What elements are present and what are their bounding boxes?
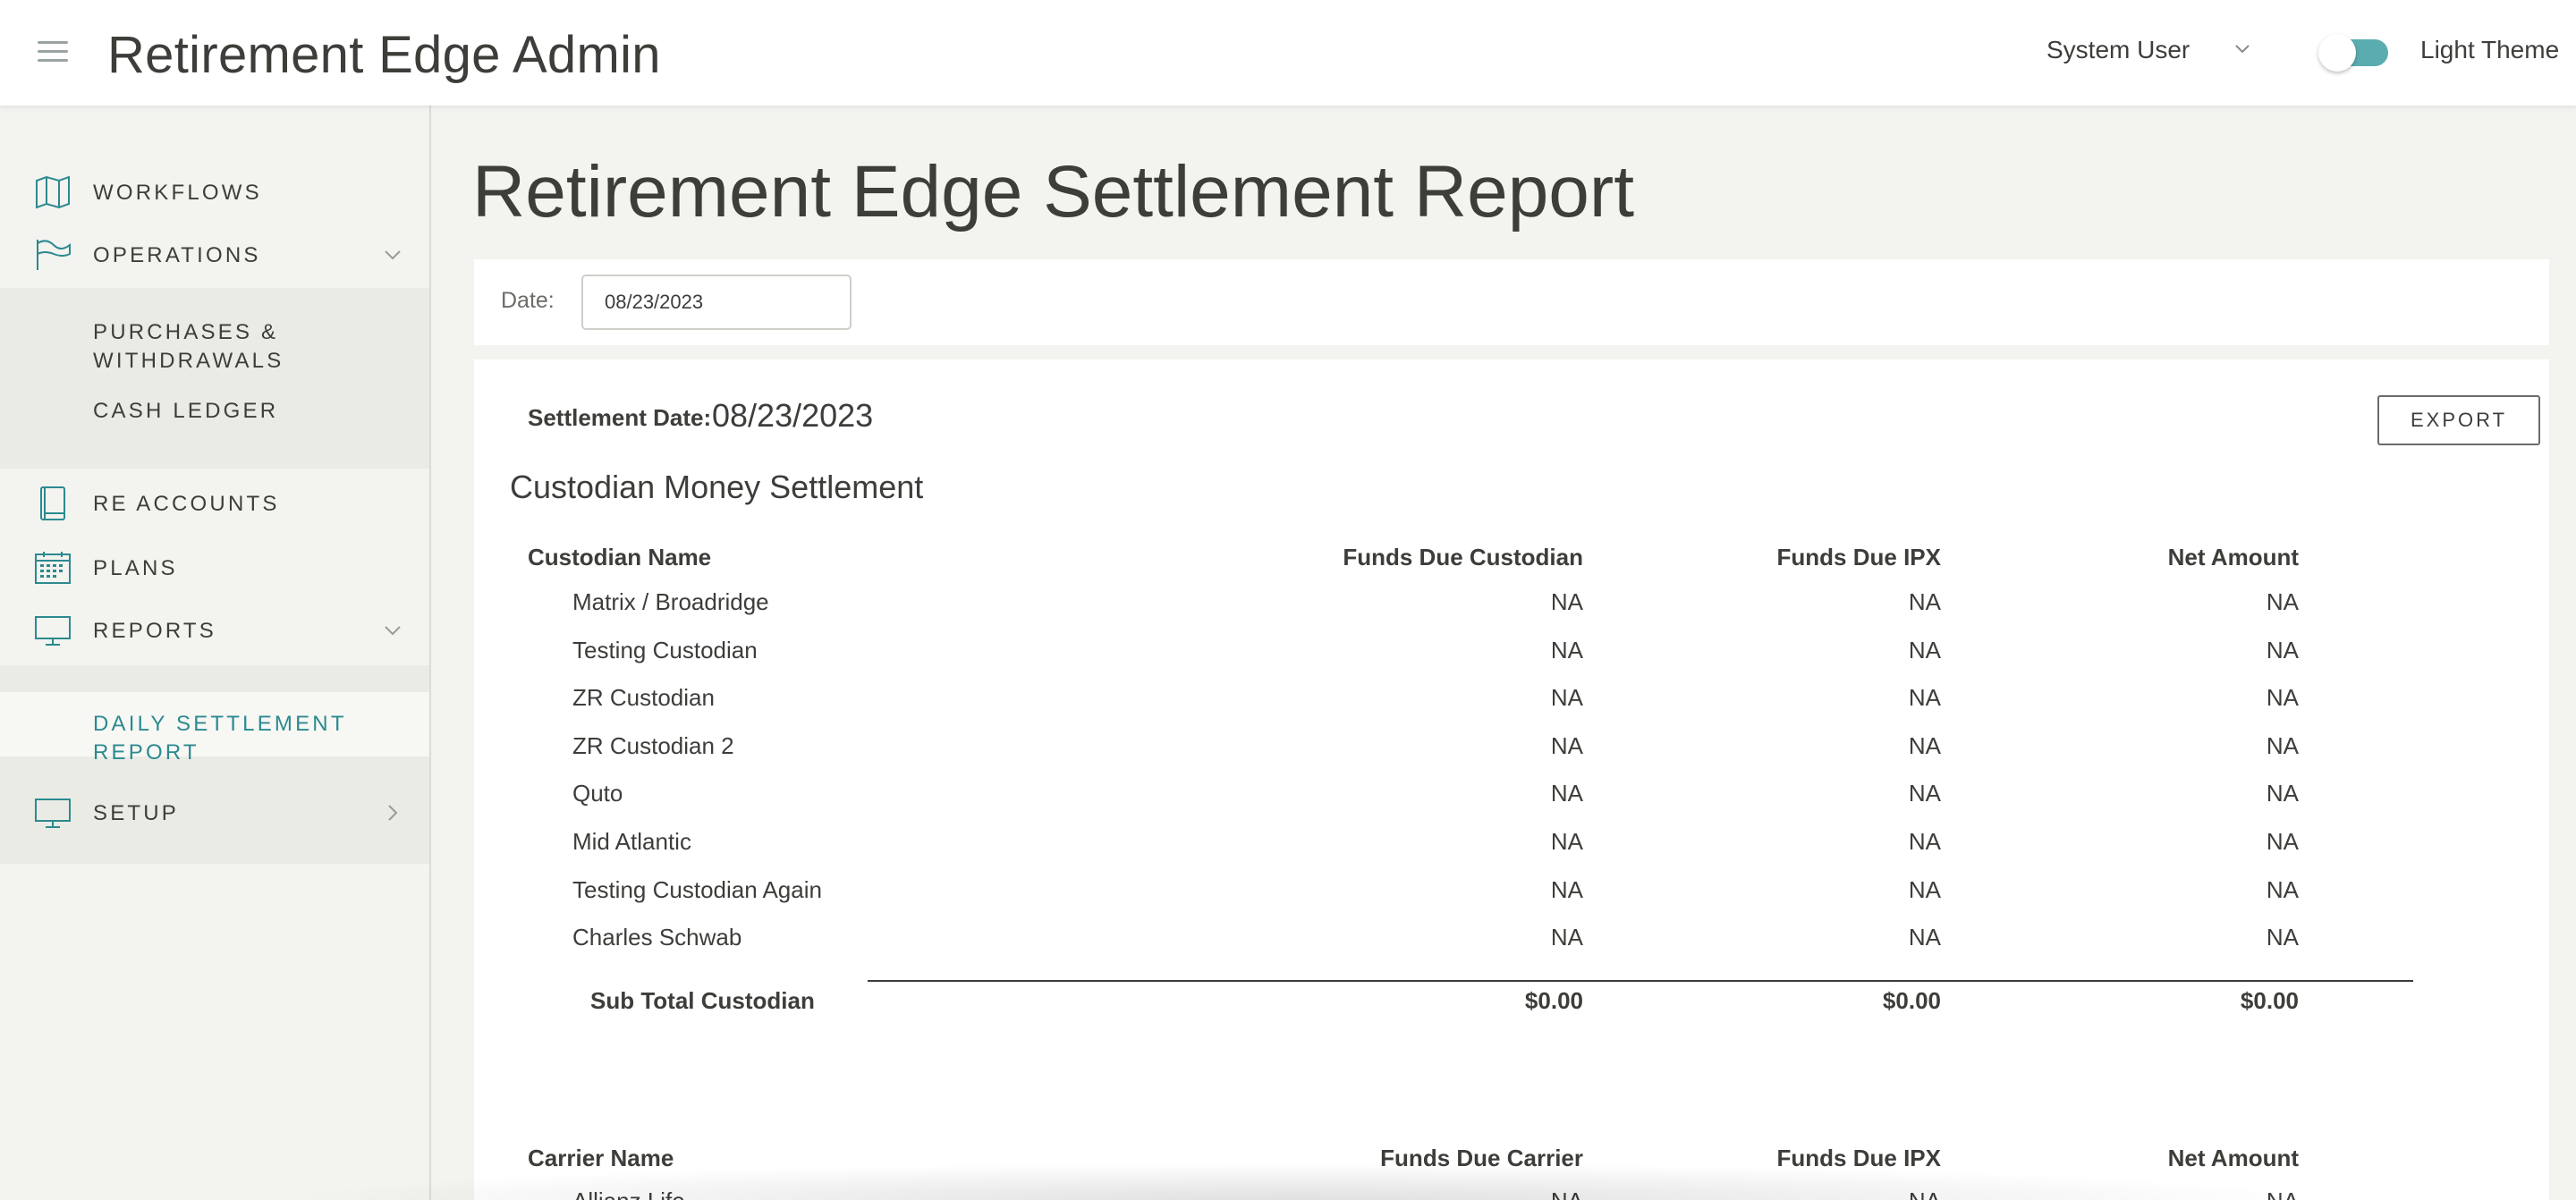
- table-cell: NA: [1908, 828, 1941, 855]
- column-header: Custodian Name: [528, 544, 712, 570]
- date-input[interactable]: [581, 275, 852, 330]
- page-title: Retirement Edge Settlement Report: [472, 151, 1634, 232]
- sidebar-item-label: OPERATIONS: [93, 243, 261, 267]
- table-cell: NA: [1550, 731, 1583, 759]
- custodian-section-title: Custodian Money Settlement: [510, 469, 924, 505]
- column-header: Funds Due IPX: [1776, 544, 1941, 570]
- row-name-cell: ZR Custodian: [572, 684, 715, 712]
- sidebar-item-label: REPORTS: [93, 619, 216, 643]
- table-cell: NA: [1550, 780, 1583, 807]
- table-cell: NA: [2266, 636, 2299, 663]
- table-cell: NA: [1941, 1187, 2299, 1200]
- monitor-icon: [35, 799, 71, 828]
- table-cell: NA: [2266, 924, 2299, 951]
- table-cell: NA: [1908, 875, 1941, 903]
- map-icon: [36, 175, 70, 209]
- export-button[interactable]: EXPORT: [2377, 395, 2540, 445]
- table-cell: NA: [1908, 731, 1941, 759]
- table-cell: NA: [1550, 924, 1583, 951]
- column-header: Funds Due Carrier: [1380, 1145, 1583, 1171]
- sidebar-item-operations[interactable]: OPERATIONS: [0, 227, 429, 281]
- table-cell: NA: [1550, 684, 1583, 712]
- subtotal-cell: $0.00: [1882, 987, 1941, 1014]
- row-name-cell: Quto: [572, 780, 623, 807]
- table-cell: NA: [1550, 588, 1583, 615]
- table-cell: NA: [1908, 636, 1941, 663]
- sidebar-item-label: RE ACCOUNTS: [93, 492, 280, 516]
- column-header: Carrier Name: [528, 1145, 674, 1171]
- column-header: Funds Due IPX: [1776, 1145, 1941, 1171]
- subtotal-cell: $0.00: [2240, 987, 2299, 1014]
- row-name-cell: ZR Custodian 2: [572, 731, 734, 759]
- sidebar-item-plans[interactable]: PLANS: [0, 540, 429, 594]
- toggle-knob: [2318, 34, 2356, 72]
- row-name-cell: Testing Custodian Again: [572, 875, 822, 903]
- theme-label: Light Theme: [2420, 36, 2560, 63]
- row-name-cell: Charles Schwab: [572, 924, 742, 951]
- table-cell: NA: [1225, 1187, 1583, 1200]
- user-dropdown[interactable]: System User: [2046, 36, 2190, 64]
- table-cell: NA: [2266, 875, 2299, 903]
- top-header: Retirement Edge Admin System User Light …: [0, 0, 2576, 106]
- column-header: Net Amount: [2167, 544, 2299, 570]
- sidebar-subitem-cash-ledger[interactable]: CASH LEDGER: [93, 397, 278, 426]
- chevron-right-icon: [388, 805, 398, 821]
- column-header: Net Amount: [2167, 1145, 2299, 1171]
- table-cell: NA: [1908, 924, 1941, 951]
- sidebar: WORKFLOWS OPERATIONS PURCHASES & WITHDRA…: [0, 106, 431, 1200]
- theme-toggle[interactable]: [2318, 34, 2392, 72]
- table-cell: NA: [1908, 684, 1941, 712]
- table-cell: NA: [1908, 780, 1941, 807]
- settlement-date-value: 08/23/2023: [712, 397, 874, 434]
- chevron-down-icon: [385, 250, 401, 260]
- sidebar-item-label: WORKFLOWS: [93, 181, 262, 205]
- sidebar-item-label: SETUP: [93, 801, 180, 825]
- app-title: Retirement Edge Admin: [107, 26, 661, 84]
- operations-submenu: [0, 288, 429, 469]
- chevron-down-icon[interactable]: [2233, 39, 2252, 59]
- menu-icon[interactable]: [38, 38, 68, 64]
- sidebar-item-setup[interactable]: SETUP: [0, 785, 429, 839]
- table-cell: NA: [1908, 588, 1941, 615]
- sidebar-item-re-accounts[interactable]: RE ACCOUNTS: [0, 476, 429, 529]
- date-filter-bar: Date:: [474, 259, 2549, 345]
- sidebar-subitem-purchases-withdrawals[interactable]: PURCHASES & WITHDRAWALS: [93, 318, 284, 376]
- table-cell: NA: [1583, 1187, 1941, 1200]
- subtotal-label: Sub Total Custodian: [590, 987, 815, 1014]
- sidebar-subitem-daily-settlement-report[interactable]: DAILY SETTLEMENT REPORT: [93, 710, 429, 767]
- column-header: Funds Due Custodian: [1343, 544, 1583, 570]
- table-cell: NA: [2266, 731, 2299, 759]
- table-cell: NA: [1550, 828, 1583, 855]
- row-name-cell: Testing Custodian: [572, 636, 758, 663]
- chevron-down-icon: [385, 626, 401, 636]
- table-cell: NA: [2266, 828, 2299, 855]
- table-cell: NA: [2266, 588, 2299, 615]
- subitem-label-line2: WITHDRAWALS: [93, 349, 284, 373]
- subtotal-cell: $0.00: [1524, 987, 1583, 1014]
- sidebar-item-workflows[interactable]: WORKFLOWS: [0, 165, 429, 218]
- report-card: Settlement Date: 08/23/2023 EXPORT Custo…: [474, 359, 2549, 1200]
- flag-icon: [37, 240, 71, 270]
- row-name-cell: Matrix / Broadridge: [572, 588, 769, 615]
- settlement-date-label: Settlement Date:: [528, 404, 712, 431]
- table-cell: NA: [2266, 684, 2299, 712]
- book-icon: [40, 486, 65, 520]
- monitor-icon: [35, 616, 71, 646]
- subitem-label-line1: PURCHASES &: [93, 320, 279, 344]
- date-label: Date:: [501, 288, 555, 313]
- sidebar-item-reports[interactable]: REPORTS: [0, 603, 429, 656]
- calendar-icon: [35, 552, 71, 584]
- table-cell: NA: [1550, 636, 1583, 663]
- table-cell: NA: [2266, 780, 2299, 807]
- row-name-cell: Mid Atlantic: [572, 828, 691, 855]
- subtotal-divider: [868, 980, 2413, 982]
- sidebar-item-label: PLANS: [93, 556, 178, 580]
- table-cell: NA: [1550, 875, 1583, 903]
- row-name-cell: Allianz Life: [572, 1187, 685, 1200]
